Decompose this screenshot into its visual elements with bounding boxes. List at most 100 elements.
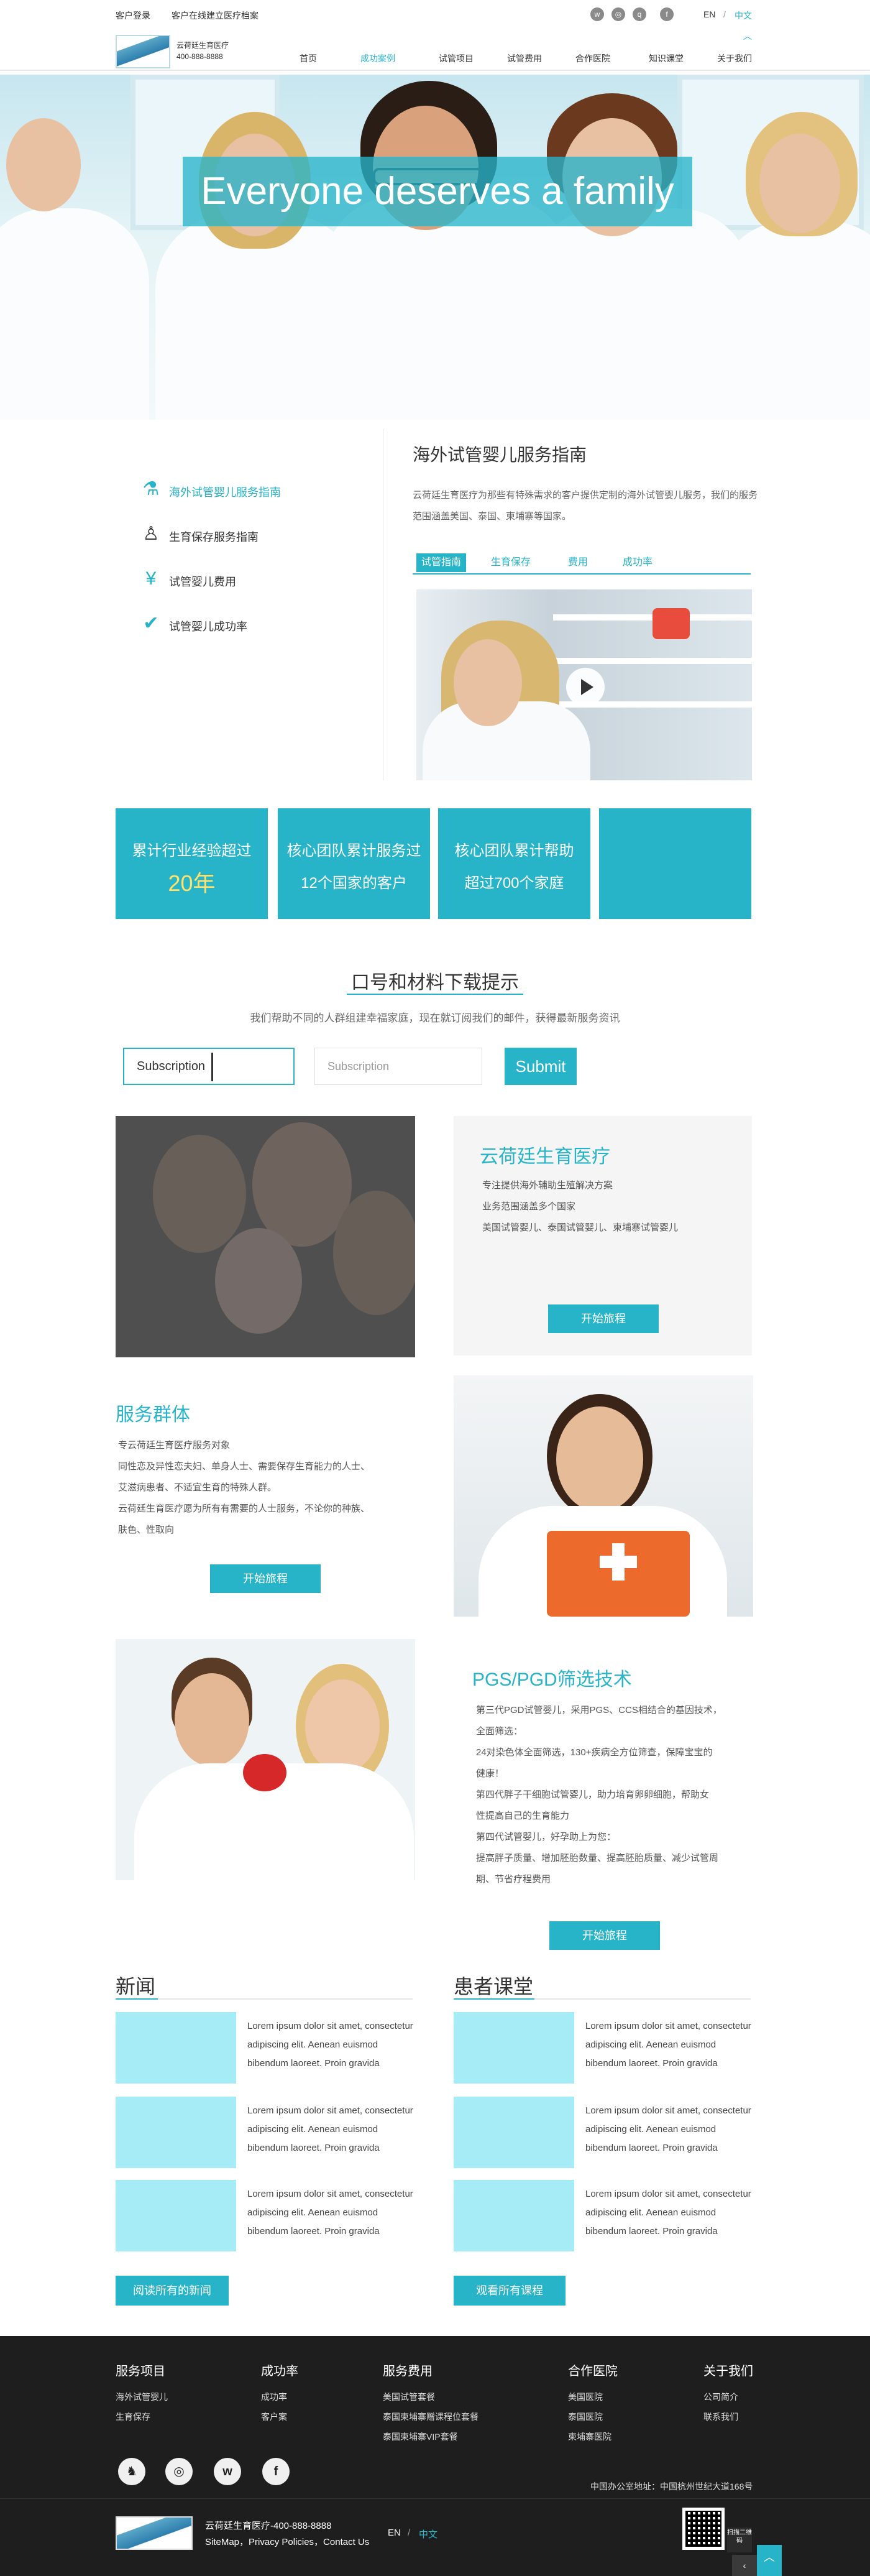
play-icon[interactable] (566, 668, 605, 706)
footer-divider (0, 2498, 870, 2499)
footer-link[interactable]: 泰国医院 (568, 2411, 603, 2423)
back-arrow-icon[interactable]: ‹ (732, 2555, 757, 2576)
person-icon[interactable]: ♙ (140, 524, 162, 545)
nav-indicator-icon: ︿ (743, 31, 752, 41)
footer-link[interactable]: 生育保存 (116, 2411, 150, 2423)
side-item-success-rate[interactable]: 试管婴儿成功率 (169, 618, 247, 634)
logo-text: 云荷廷生育医疗 400-888-8888 (176, 40, 229, 62)
wechat-icon[interactable]: ◎ (611, 7, 625, 21)
hero-title: Everyone deserves a family (201, 170, 674, 213)
nav-home[interactable]: 首页 (300, 52, 317, 65)
start-journey-button[interactable]: 开始旅程 (548, 1304, 659, 1333)
footer-col-heading: 服务费用 (383, 2365, 433, 2378)
side-item-fertility-preservation[interactable]: 生育保存服务指南 (169, 529, 259, 545)
footer-link[interactable]: 泰国柬埔寨VIP套餐 (383, 2431, 458, 2443)
footer-link[interactable]: 柬埔寨医院 (568, 2431, 611, 2443)
submit-button[interactable]: Submit (505, 1048, 577, 1085)
nav-success-cases[interactable]: 成功案例 (360, 52, 395, 65)
classroom-title-accent (454, 1998, 534, 2000)
footer-link[interactable]: 美国试管套餐 (383, 2391, 435, 2403)
subscription-email-input[interactable]: Subscription (314, 1048, 482, 1085)
subscription-input[interactable]: Subscription (123, 1048, 295, 1085)
top-bar: 客户登录 客户在线建立医疗档案 w ◎ q f EN / 中文 (0, 0, 870, 31)
subscribe-description: 我们帮助不同的人群组建幸福家庭，现在就订阅我们的邮件，获得最新服务资讯 (250, 1012, 620, 1024)
site-logo[interactable] (116, 35, 170, 68)
news-item[interactable]: Lorem ipsum dolor sit amet, consectetur … (247, 2102, 425, 2158)
tab-fertility-preservation[interactable]: 生育保存 (491, 553, 531, 572)
pgs-line: 健康！ (476, 1768, 505, 1779)
footer-links-line[interactable]: SiteMap，Privacy Policies，Contact Us (205, 2535, 369, 2548)
nav-knowledge[interactable]: 知识课堂 (649, 52, 684, 65)
news-text-line: bibendum laoreet. Proin gravida (247, 2143, 380, 2153)
nav-partner-hospitals[interactable]: 合作医院 (575, 52, 610, 65)
doctor-face (305, 1679, 380, 1773)
facebook-icon[interactable]: f (660, 7, 674, 21)
doctor-figure (0, 208, 149, 420)
footer-link[interactable]: 成功率 (261, 2391, 287, 2403)
news-title: 新闻 (116, 1975, 156, 1998)
qq-icon[interactable]: q (633, 7, 646, 21)
side-item-ivf-fees[interactable]: 试管婴儿费用 (169, 573, 236, 589)
news-thumbnail[interactable] (116, 2180, 236, 2251)
checkmark-icon[interactable]: ✔ (140, 613, 162, 634)
class-item[interactable]: Lorem ipsum dolor sit amet, consectetur … (585, 2017, 763, 2073)
tab-fees[interactable]: 费用 (568, 553, 588, 572)
tab-ivf-guide[interactable]: 试管指南 (416, 553, 467, 572)
back-to-top-icon[interactable]: ︿ (757, 2545, 782, 2576)
footer-link[interactable]: 美国医院 (568, 2391, 603, 2403)
news-item[interactable]: Lorem ipsum dolor sit amet, consectetur … (247, 2017, 425, 2073)
wechat-icon[interactable]: ◎ (165, 2458, 193, 2485)
news-item[interactable]: Lorem ipsum dolor sit amet, consectetur … (247, 2185, 425, 2241)
pharmacist-face (454, 639, 522, 726)
watch-all-classes-button[interactable]: 观看所有课程 (454, 2276, 566, 2306)
tab-success-rate[interactable]: 成功率 (623, 553, 652, 572)
lang-en-link[interactable]: EN (703, 9, 715, 19)
guide-title: 海外试管婴儿服务指南 (413, 445, 587, 464)
footer: 服务项目 海外试管婴儿 生育保存 成功率 成功率 客户案 服务费用 美国试管套餐… (0, 2336, 870, 2576)
lang-cn-link[interactable]: 中文 (735, 9, 752, 22)
yuan-icon[interactable]: ¥ (140, 568, 162, 589)
footer-col-heading: 关于我们 (703, 2365, 753, 2378)
class-item[interactable]: Lorem ipsum dolor sit amet, consectetur … (585, 2102, 763, 2158)
nav-about[interactable]: 关于我们 (717, 52, 752, 65)
news-thumbnail[interactable] (116, 2012, 236, 2084)
start-journey-button[interactable]: 开始旅程 (210, 1564, 321, 1593)
heart-icon (243, 1754, 286, 1791)
qq-icon[interactable]: ♞ (118, 2458, 145, 2485)
doctors-heart-photo (116, 1639, 415, 1880)
news-thumbnail[interactable] (116, 2097, 236, 2168)
footer-link[interactable]: 联系我们 (703, 2411, 738, 2423)
client-login-link[interactable]: 客户登录 (116, 9, 150, 22)
weibo-icon[interactable]: w (214, 2458, 241, 2485)
nav-ivf-fees[interactable]: 试管费用 (507, 52, 542, 65)
lang-separator: / (723, 9, 726, 19)
weibo-icon[interactable]: w (590, 7, 604, 21)
video-player[interactable] (416, 589, 752, 780)
read-all-news-button[interactable]: 阅读所有的新闻 (116, 2276, 229, 2306)
doctor-figure (715, 221, 870, 420)
facebook-icon[interactable]: f (262, 2458, 290, 2485)
footer-link[interactable]: 客户案 (261, 2411, 287, 2423)
service-group-lines: 专云荷廷生育医疗服务对象 同性恋及异性恋夫妇、单身人士、需要保存生育能力的人士、… (118, 1435, 370, 1541)
news-text-line: adipiscing elit. Aenean euismod (247, 2124, 378, 2135)
qr-caption: 扫描二维码 (727, 2528, 752, 2552)
company-title: 云荷廷生育医疗 (480, 1147, 610, 1167)
class-thumbnail[interactable] (454, 2012, 574, 2084)
start-journey-button[interactable]: 开始旅程 (549, 1921, 660, 1950)
side-item-ivf-guide[interactable]: 海外试管婴儿服务指南 (169, 484, 281, 500)
footer-lang-en[interactable]: EN (388, 2528, 401, 2538)
footer-link[interactable]: 公司简介 (703, 2391, 738, 2403)
class-item[interactable]: Lorem ipsum dolor sit amet, consectetur … (585, 2185, 763, 2241)
footer-lang-cn[interactable]: 中文 (419, 2528, 437, 2541)
class-text-line: bibendum laoreet. Proin gravida (585, 2143, 718, 2153)
class-text-line: Lorem ipsum dolor sit amet, consectetur (585, 2105, 751, 2116)
class-thumbnail[interactable] (454, 2180, 574, 2251)
test-tube-icon[interactable]: ⚗ (140, 479, 162, 500)
nav-ivf-programs[interactable]: 试管项目 (439, 52, 474, 65)
class-thumbnail[interactable] (454, 2097, 574, 2168)
nurse-face (556, 1406, 643, 1512)
footer-link[interactable]: 海外试管婴儿 (116, 2391, 168, 2403)
medical-record-link[interactable]: 客户在线建立医疗档案 (172, 9, 259, 22)
footer-logo[interactable] (116, 2516, 193, 2550)
footer-link[interactable]: 泰国柬埔寨赠课程位套餐 (383, 2411, 478, 2423)
